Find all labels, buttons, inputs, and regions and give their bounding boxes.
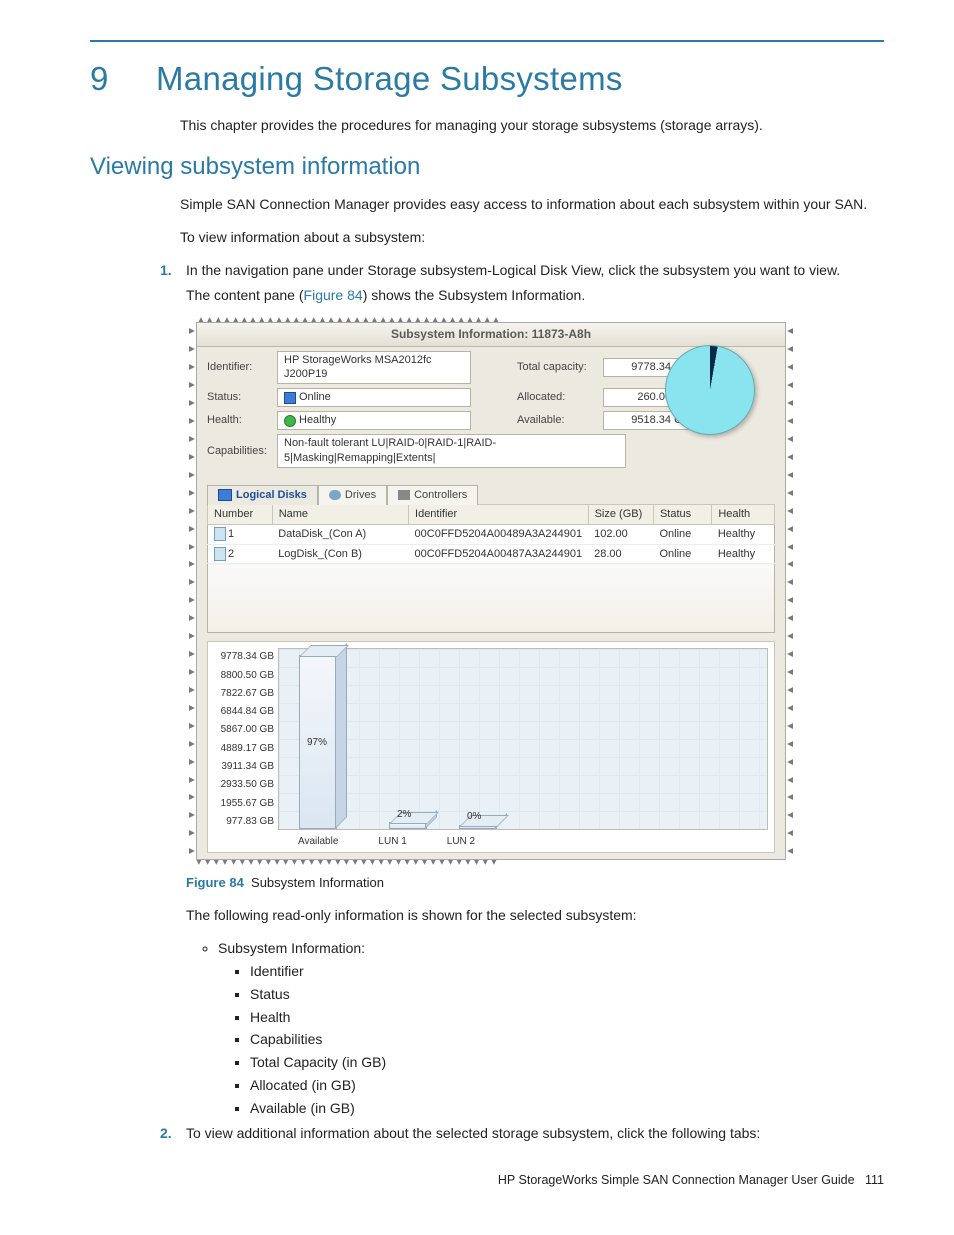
tab-controllers[interactable]: Controllers [387,485,478,505]
top-rule [90,40,884,42]
step-1: 1. In the navigation pane under Storage … [160,261,884,1118]
logical-disk-icon [218,489,232,501]
figure-84-link[interactable]: Figure 84 [304,287,363,303]
figure-label: Figure 84 [186,875,244,890]
bullet-subsystem-info: Subsystem Information: [218,939,884,958]
stamp-left: ▲▲▲▲▲▲▲▲▲▲▲▲▲▲▲▲▲▲▲▲▲▲▲▲▲▲▲▲▲▲ [186,322,196,860]
subsystem-info-window: Subsystem Information: 11873-A8h Identif… [196,322,786,860]
col-identifier[interactable]: Identifier [409,504,589,524]
controller-icon [398,490,410,500]
health-value: Healthy [277,411,471,430]
col-status[interactable]: Status [653,504,711,524]
figure-caption-text: Subsystem Information [251,875,384,890]
figure-caption: Figure 84 Subsystem Information [186,874,884,892]
tab-drives[interactable]: Drives [318,485,387,505]
after-figure-text: The following read-only information is s… [186,906,884,925]
bullet-available: Available (in GB) [250,1099,884,1118]
logical-disks-table: Number Name Identifier Size (GB) Status … [207,504,775,634]
col-size[interactable]: Size (GB) [588,504,653,524]
available-label: Available: [517,413,597,428]
bullet-health: Health [250,1008,884,1027]
capabilities-value: Non-fault tolerant LU|RAID-0|RAID-1|RAID… [277,434,626,468]
figure-84: ▲ ▲ ▲ ▲ ▲ ▲ ▲ ▲ ▲ ▲ ▲ ▲ ▲ ▲ ▲ ▲ ▲ ▲ ▲ ▲ … [186,314,796,868]
bullet-allocated: Allocated (in GB) [250,1076,884,1095]
capacity-pie-chart [665,345,765,445]
disk-icon [214,547,226,561]
step-2-text: To view additional information about the… [186,1125,760,1141]
chart-plot-area: 97% 2% [278,648,768,830]
window-title: Subsystem Information: 11873-A8h [197,323,785,346]
capabilities-label: Capabilities: [207,444,271,459]
health-label: Health: [207,413,271,428]
chapter-number: 9 [90,60,156,98]
step-1b-pre: The content pane ( [186,287,304,303]
tab-logical-disks[interactable]: Logical Disks [207,485,318,505]
footer-title: HP StorageWorks Simple SAN Connection Ma… [498,1173,855,1187]
bullet-capabilities: Capabilities [250,1030,884,1049]
col-name[interactable]: Name [272,504,408,524]
identifier-value: HP StorageWorks MSA2012fc J200P19 [277,351,471,385]
tab-bar: Logical Disks Drives Controllers [197,474,785,504]
allocated-label: Allocated: [517,390,597,405]
step-1b-post: ) shows the Subsystem Information. [363,287,586,303]
total-capacity-label: Total capacity: [517,360,597,375]
section-p1: Simple SAN Connection Manager provides e… [180,195,884,214]
bullet-total-capacity: Total Capacity (in GB) [250,1053,884,1072]
section-heading: Viewing subsystem information [90,153,884,181]
col-number[interactable]: Number [208,504,273,524]
drive-icon [329,490,341,500]
table-row[interactable]: 1 DataDisk_(Con A) 00C0FFD5204A00489A3A2… [208,524,775,544]
step-2-marker: 2. [160,1124,172,1143]
status-value: Online [277,388,471,407]
identifier-label: Identifier: [207,360,271,375]
step-2: 2. To view additional information about … [160,1124,884,1143]
chapter-title: Managing Storage Subsystems [156,60,623,97]
capacity-bar-chart: 9778.34 GB 8800.50 GB 7822.67 GB 6844.84… [207,641,775,853]
status-label: Status: [207,390,271,405]
chapter-heading: 9Managing Storage Subsystems [90,60,884,98]
col-health[interactable]: Health [712,504,775,524]
intro-text: This chapter provides the procedures for… [180,116,884,135]
disk-icon [214,527,226,541]
chart-y-axis: 9778.34 GB 8800.50 GB 7822.67 GB 6844.84… [212,650,274,828]
table-row[interactable]: 2 LogDisk_(Con B) 00C0FFD5204A00487A3A24… [208,544,775,564]
section-p2: To view information about a subsystem: [180,228,884,247]
chart-x-axis: Available LUN 1 LUN 2 [278,835,768,849]
bullet-status: Status [250,985,884,1004]
step-1-marker: 1. [160,261,172,280]
footer-page-number: 111 [865,1173,884,1187]
step-1-text: In the navigation pane under Storage sub… [186,262,840,278]
stamp-right: ▲▲▲▲▲▲▲▲▲▲▲▲▲▲▲▲▲▲▲▲▲▲▲▲▲▲▲▲▲▲ [786,322,796,860]
online-icon [284,392,296,404]
stamp-top: ▲ ▲ ▲ ▲ ▲ ▲ ▲ ▲ ▲ ▲ ▲ ▲ ▲ ▲ ▲ ▲ ▲ ▲ ▲ ▲ … [186,314,796,322]
page-footer: HP StorageWorks Simple SAN Connection Ma… [90,1173,884,1187]
bullet-identifier: Identifier [250,962,884,981]
stamp-bottom: ▲ ▲ ▲ ▲ ▲ ▲ ▲ ▲ ▲ ▲ ▲ ▲ ▲ ▲ ▲ ▲ ▲ ▲ ▲ ▲ … [186,860,796,868]
health-icon [284,415,296,427]
